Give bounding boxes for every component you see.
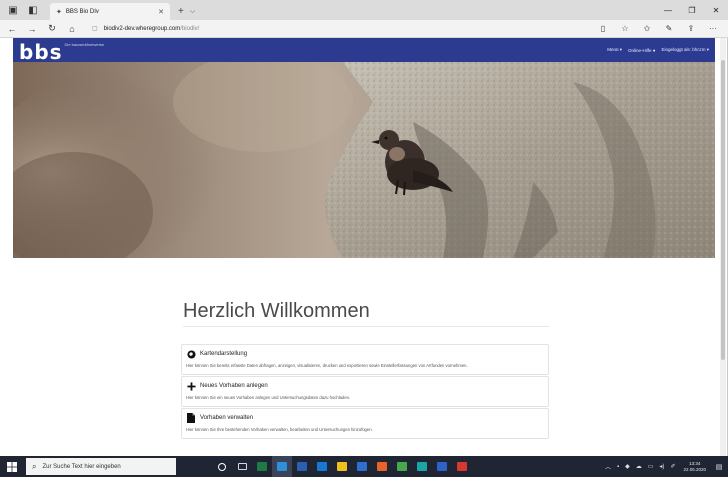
tab-close-icon[interactable]: ✕ bbox=[158, 8, 164, 16]
user-dropdown[interactable]: Eingeloggt als: bhczm ▾ bbox=[661, 47, 709, 53]
online-help-link[interactable]: Online-Hilfe ● bbox=[628, 48, 655, 53]
address-bar: ← → ↻ ⌂ ▢ biodiv2-dev.wheregroup.com /bi… bbox=[0, 20, 728, 38]
taskbar-apps bbox=[212, 456, 472, 477]
maximize-button[interactable]: ❐ bbox=[680, 0, 704, 20]
new-tab-button[interactable]: + bbox=[178, 6, 184, 17]
card-vorhaben-verwalten[interactable]: Vorhaben verwalten Hier können Sie Ihre … bbox=[181, 408, 549, 439]
app-teal-icon bbox=[417, 462, 427, 471]
address-actions: ▯ ☆ ✩ ✎ ⇪ ··· bbox=[592, 24, 724, 33]
windows-logo-icon bbox=[7, 461, 17, 472]
hero-image bbox=[13, 62, 715, 258]
system-tray: ︿ ▪ ◆ ☁ ▭ ◂) ✐ 13:34 22.06.2020 ▤ bbox=[599, 461, 726, 473]
app-green-icon bbox=[397, 462, 407, 471]
hero-bird-illustration bbox=[13, 62, 715, 258]
main-content: Herzlich Willkommen Kartendarstellung Hi… bbox=[13, 258, 715, 456]
minimize-button[interactable]: — bbox=[656, 0, 680, 20]
card-description: Hier können Sie ein neues Vorhaben anleg… bbox=[186, 395, 351, 400]
tab-active[interactable]: ✦ BBS Bio DIv ✕ bbox=[50, 3, 170, 20]
app-red-icon bbox=[457, 462, 467, 471]
outlook-icon bbox=[317, 462, 327, 471]
forward-arrow-icon[interactable]: → bbox=[24, 24, 40, 34]
card-kartendarstellung[interactable]: Kartendarstellung Hier können Sie bereit… bbox=[181, 344, 549, 375]
taskbar-app-outlook[interactable] bbox=[312, 456, 332, 477]
site-nav: Menü ▾ Online-Hilfe ● Eingeloggt als: bh… bbox=[601, 47, 709, 53]
taskbar-app-app-teal[interactable] bbox=[412, 456, 432, 477]
favorites-hub-icon[interactable]: ✩ bbox=[636, 24, 658, 33]
word-icon bbox=[297, 462, 307, 471]
card-title: Kartendarstellung bbox=[200, 351, 248, 357]
url-path: /biodiv/ bbox=[180, 25, 200, 32]
site-header: bbs Die bauwerkfnetwerke Menü ▾ Online-H… bbox=[13, 38, 715, 62]
taskbar-app-word[interactable] bbox=[292, 456, 312, 477]
tray-app-icon[interactable]: ▪ bbox=[617, 464, 619, 470]
windows-taskbar: ⌕ Zur Suche Text hier eingeben ︿ ▪ ◆ ☁ ▭… bbox=[0, 456, 728, 477]
volume-icon[interactable]: ◂) bbox=[659, 463, 664, 470]
browser-window: ▣ ◧ ✦ BBS Bio DIv ✕ + ⌵ — ❐ ✕ ← → ↻ ⌂ ▢ … bbox=[0, 0, 728, 477]
title-divider bbox=[183, 326, 549, 327]
taskbar-app-app-red[interactable] bbox=[452, 456, 472, 477]
taskbar-app-app-blue[interactable] bbox=[432, 456, 452, 477]
back-arrow-icon[interactable]: ← bbox=[4, 24, 20, 34]
page-scrollbar[interactable] bbox=[720, 38, 726, 456]
excel-icon bbox=[257, 462, 267, 471]
tray-shield-icon[interactable]: ◆ bbox=[625, 463, 630, 470]
notifications-icon[interactable]: ▤ bbox=[712, 461, 726, 473]
tab-bar: ▣ ◧ ✦ BBS Bio DIv ✕ + ⌵ — ❐ ✕ bbox=[0, 0, 728, 20]
card-title: Neues Vorhaben anlegen bbox=[200, 383, 268, 389]
home-icon[interactable]: ⌂ bbox=[64, 24, 80, 34]
tray-cloud-icon[interactable]: ☁ bbox=[636, 463, 642, 470]
more-icon[interactable]: ··· bbox=[702, 24, 724, 33]
plus-icon bbox=[186, 381, 196, 391]
taskbar-app-cortana[interactable] bbox=[212, 456, 232, 477]
firefox-icon bbox=[377, 462, 387, 471]
close-window-button[interactable]: ✕ bbox=[704, 0, 728, 20]
globe-icon bbox=[186, 349, 196, 359]
edge-icon bbox=[277, 462, 287, 471]
card-neues-vorhaben[interactable]: Neues Vorhaben anlegen Hier können Sie e… bbox=[181, 376, 549, 407]
taskbar-app-explorer[interactable] bbox=[332, 456, 352, 477]
card-description: Hier können Sie Ihre bestehenden Vorhabe… bbox=[186, 427, 373, 432]
url-field[interactable]: ▢ biodiv2-dev.wheregroup.com /biodiv/ bbox=[92, 22, 592, 36]
network-icon[interactable]: ▭ bbox=[648, 463, 654, 470]
action-cards: Kartendarstellung Hier können Sie bereit… bbox=[181, 344, 549, 440]
site-logo[interactable]: bbs Die bauwerkfnetwerke bbox=[19, 39, 104, 62]
store-icon bbox=[357, 462, 367, 471]
document-icon bbox=[186, 413, 196, 423]
card-title: Vorhaben verwalten bbox=[200, 415, 254, 421]
tray-chevron-icon[interactable]: ︿ bbox=[605, 462, 611, 471]
tab-actions-icon[interactable]: ▣ bbox=[6, 3, 20, 17]
reading-view-icon[interactable]: ▯ bbox=[592, 24, 614, 33]
scroll-thumb[interactable] bbox=[721, 60, 725, 360]
tab-list-chevron-icon[interactable]: ⌵ bbox=[190, 8, 195, 16]
menu-dropdown[interactable]: Menü ▾ bbox=[607, 47, 622, 53]
taskbar-app-task-view[interactable] bbox=[232, 456, 252, 477]
page-title: Herzlich Willkommen bbox=[183, 300, 370, 322]
task-view-icon bbox=[237, 463, 247, 470]
search-icon: ⌕ bbox=[32, 461, 37, 471]
taskbar-clock[interactable]: 13:34 22.06.2020 bbox=[683, 461, 706, 473]
window-controls: — ❐ ✕ bbox=[656, 0, 728, 20]
taskbar-search-input[interactable]: ⌕ Zur Suche Text hier eingeben bbox=[26, 458, 176, 475]
start-button[interactable] bbox=[0, 456, 24, 477]
app-blue-icon bbox=[437, 462, 447, 471]
pen-workspace-icon[interactable]: ✐ bbox=[670, 463, 675, 470]
taskbar-app-app-green[interactable] bbox=[392, 456, 412, 477]
tab-aside-icon[interactable]: ◧ bbox=[26, 3, 40, 17]
taskbar-app-excel[interactable] bbox=[252, 456, 272, 477]
taskbar-app-edge[interactable] bbox=[272, 456, 292, 477]
refresh-icon[interactable]: ↻ bbox=[44, 23, 60, 34]
taskbar-app-firefox[interactable] bbox=[372, 456, 392, 477]
cortana-icon bbox=[218, 462, 226, 471]
tab-title: BBS Bio DIv bbox=[65, 8, 99, 15]
site-favicon-icon: ✦ bbox=[56, 8, 62, 16]
favorite-star-icon[interactable]: ☆ bbox=[614, 24, 636, 33]
card-description: Hier können Sie bereits erfasste Daten a… bbox=[186, 363, 468, 368]
share-icon[interactable]: ⇪ bbox=[680, 24, 702, 33]
url-host: biodiv2-dev.wheregroup.com bbox=[103, 25, 181, 32]
lock-icon: ▢ bbox=[92, 26, 98, 32]
taskbar-app-store[interactable] bbox=[352, 456, 372, 477]
explorer-icon bbox=[337, 462, 347, 471]
pen-icon[interactable]: ✎ bbox=[658, 24, 680, 33]
